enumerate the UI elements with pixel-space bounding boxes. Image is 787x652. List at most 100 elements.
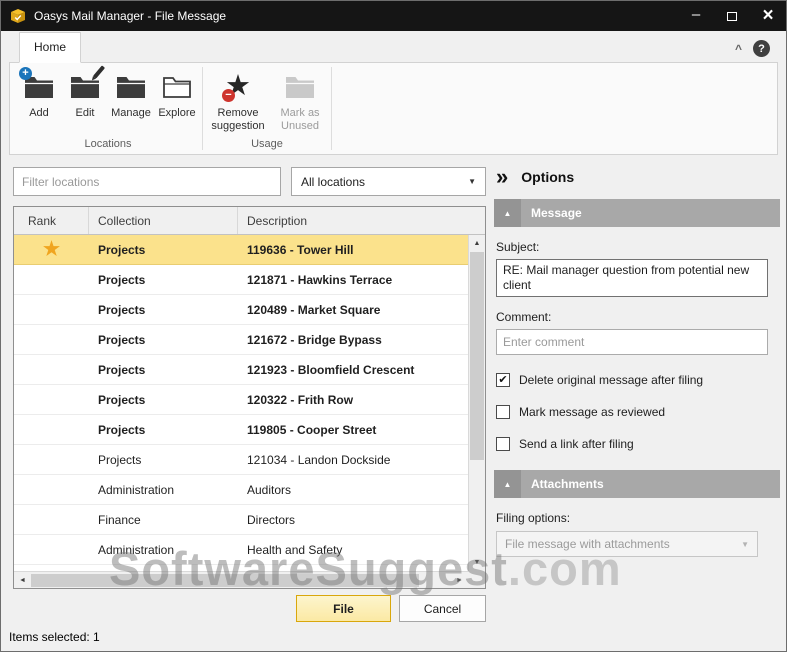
checkbox-send-link[interactable]: ✔ Send a link after filing: [496, 437, 778, 451]
cell-description: Directors: [247, 512, 296, 527]
table-row[interactable]: Projects 121034 - Landon Dockside: [14, 445, 468, 475]
checkbox-box[interactable]: ✔: [496, 405, 510, 419]
comment-input[interactable]: [496, 329, 768, 355]
scroll-down-icon[interactable]: ▼: [469, 555, 485, 570]
window-controls: – ×: [678, 1, 786, 31]
status-items-selected: Items selected: 1: [9, 630, 100, 644]
cell-collection: Projects: [98, 242, 146, 257]
edit-location-button[interactable]: Edit: [62, 65, 108, 120]
checkbox-mark-reviewed[interactable]: ✔ Mark message as reviewed: [496, 405, 778, 419]
folder-manage-icon: [116, 70, 146, 103]
add-location-button[interactable]: + Add: [16, 67, 62, 120]
app-logo-icon: [10, 8, 26, 24]
scroll-right-icon[interactable]: ►: [452, 572, 467, 588]
help-button[interactable]: ?: [753, 40, 770, 57]
cell-description: 119636 - Tower Hill: [247, 242, 354, 257]
options-panel-title: Options: [521, 169, 575, 185]
subject-input[interactable]: RE: Mail manager question from potential…: [496, 259, 768, 297]
plus-badge-icon: +: [19, 67, 32, 80]
minimize-button[interactable]: –: [678, 1, 714, 31]
section-collapse-icon: ▲: [494, 199, 521, 227]
maximize-button[interactable]: [714, 1, 750, 31]
table-body: ★ Projects 119636 - Tower Hill Projects …: [14, 235, 468, 571]
minus-badge-icon: −: [222, 89, 235, 102]
cell-collection: Projects: [98, 302, 146, 317]
tab-home[interactable]: Home: [19, 32, 82, 63]
options-collapse-icon[interactable]: »: [496, 166, 508, 188]
cell-description: 121034 - Landon Dockside: [247, 452, 391, 467]
vertical-scrollbar[interactable]: ▲ ▼: [468, 235, 485, 571]
horizontal-scrollbar[interactable]: ◄ ►: [14, 571, 468, 588]
chevron-up-icon: ^: [734, 41, 742, 56]
chevron-down-icon: ▼: [468, 177, 476, 186]
manage-locations-button[interactable]: Manage: [108, 70, 154, 120]
group-label-usage: Usage: [251, 138, 283, 150]
cell-description: 121923 - Bloomfield Crescent: [247, 362, 415, 377]
vertical-scrollbar-thumb[interactable]: [470, 252, 484, 460]
location-scope-value: All locations: [301, 174, 366, 189]
filter-locations-input[interactable]: [13, 167, 281, 196]
ribbon-group-usage: ★ − Remove suggestion Mark as Unused Usa…: [205, 63, 329, 154]
options-panel: » Options ▲ Message Subject: RE: Mail ma…: [494, 164, 780, 557]
table-row[interactable]: Projects 119805 - Cooper Street: [14, 415, 468, 445]
table-row[interactable]: ★ Projects 119636 - Tower Hill: [14, 235, 468, 265]
cancel-button[interactable]: Cancel: [399, 595, 486, 622]
scrollbar-corner: [468, 571, 485, 588]
window-title: Oasys Mail Manager - File Message: [34, 9, 227, 23]
attachments-section-header[interactable]: ▲ Attachments: [494, 470, 780, 498]
cell-description: Auditors: [247, 482, 292, 497]
table-row[interactable]: Projects 120489 - Market Square: [14, 295, 468, 325]
help-icon: ?: [758, 42, 765, 55]
column-header-collection[interactable]: Collection: [89, 207, 238, 234]
filing-options-dropdown: File message with attachments ▼: [496, 531, 758, 557]
column-header-description[interactable]: Description: [238, 207, 485, 234]
ribbon-collapse-button[interactable]: ^: [734, 41, 742, 56]
mark-as-unused-button[interactable]: Mark as Unused: [271, 70, 329, 133]
message-section-header[interactable]: ▲ Message: [494, 199, 780, 227]
close-icon: ×: [762, 5, 774, 26]
folder-edit-icon: [70, 65, 106, 103]
checkbox-box[interactable]: ✔: [496, 437, 510, 451]
location-scope-dropdown[interactable]: All locations ▼: [291, 167, 486, 196]
cell-collection: Finance: [98, 512, 141, 527]
close-button[interactable]: ×: [750, 1, 786, 31]
table-row[interactable]: Finance Directors: [14, 505, 468, 535]
cell-description: 121871 - Hawkins Terrace: [247, 272, 393, 287]
title-bar: Oasys Mail Manager - File Message – ×: [1, 1, 786, 31]
table-row[interactable]: Projects 121672 - Bridge Bypass: [14, 325, 468, 355]
cell-description: 120489 - Market Square: [247, 302, 381, 317]
ribbon-tab-row: Home ^ ?: [1, 31, 786, 63]
folder-add-icon: +: [19, 67, 54, 103]
scroll-left-icon[interactable]: ◄: [15, 572, 30, 588]
table-row[interactable]: Projects 120322 - Frith Row: [14, 385, 468, 415]
ribbon-separator: [331, 67, 332, 150]
remove-suggestion-button[interactable]: ★ − Remove suggestion: [205, 70, 271, 133]
cell-collection: Projects: [98, 272, 146, 287]
cell-description: 120322 - Frith Row: [247, 392, 354, 407]
file-button[interactable]: File: [296, 595, 391, 622]
star-remove-icon: ★ −: [222, 70, 251, 103]
cell-collection: Projects: [98, 332, 146, 347]
scroll-up-icon[interactable]: ▲: [469, 236, 485, 251]
cell-collection: Administration: [98, 482, 175, 497]
chevron-down-icon: ▼: [741, 539, 749, 549]
locations-table: Rank Collection Description ★ Projects 1…: [13, 206, 486, 589]
checkbox-delete-original[interactable]: ✔ Delete original message after filing: [496, 373, 778, 387]
ribbon: + Add Edit Manage Explore Locations ★ − …: [9, 62, 778, 155]
column-header-rank[interactable]: Rank: [14, 207, 89, 234]
checkbox-box[interactable]: ✔: [496, 373, 510, 387]
horizontal-scrollbar-thumb[interactable]: [31, 574, 419, 587]
table-row[interactable]: Projects 121923 - Bloomfield Crescent: [14, 355, 468, 385]
table-row[interactable]: Administration Health and Safety: [14, 535, 468, 565]
cell-description: Health and Safety: [247, 542, 343, 557]
cell-collection: Projects: [98, 362, 146, 377]
filing-options-value: File message with attachments: [505, 537, 670, 551]
cell-description: 119805 - Cooper Street: [247, 422, 377, 437]
table-header: Rank Collection Description: [14, 207, 485, 235]
table-row[interactable]: Projects 121871 - Hawkins Terrace: [14, 265, 468, 295]
explore-locations-button[interactable]: Explore: [154, 70, 200, 120]
folder-explore-icon: [162, 70, 192, 103]
folder-unused-icon: [285, 70, 315, 103]
comment-label: Comment:: [496, 310, 552, 324]
table-row[interactable]: Administration Auditors: [14, 475, 468, 505]
